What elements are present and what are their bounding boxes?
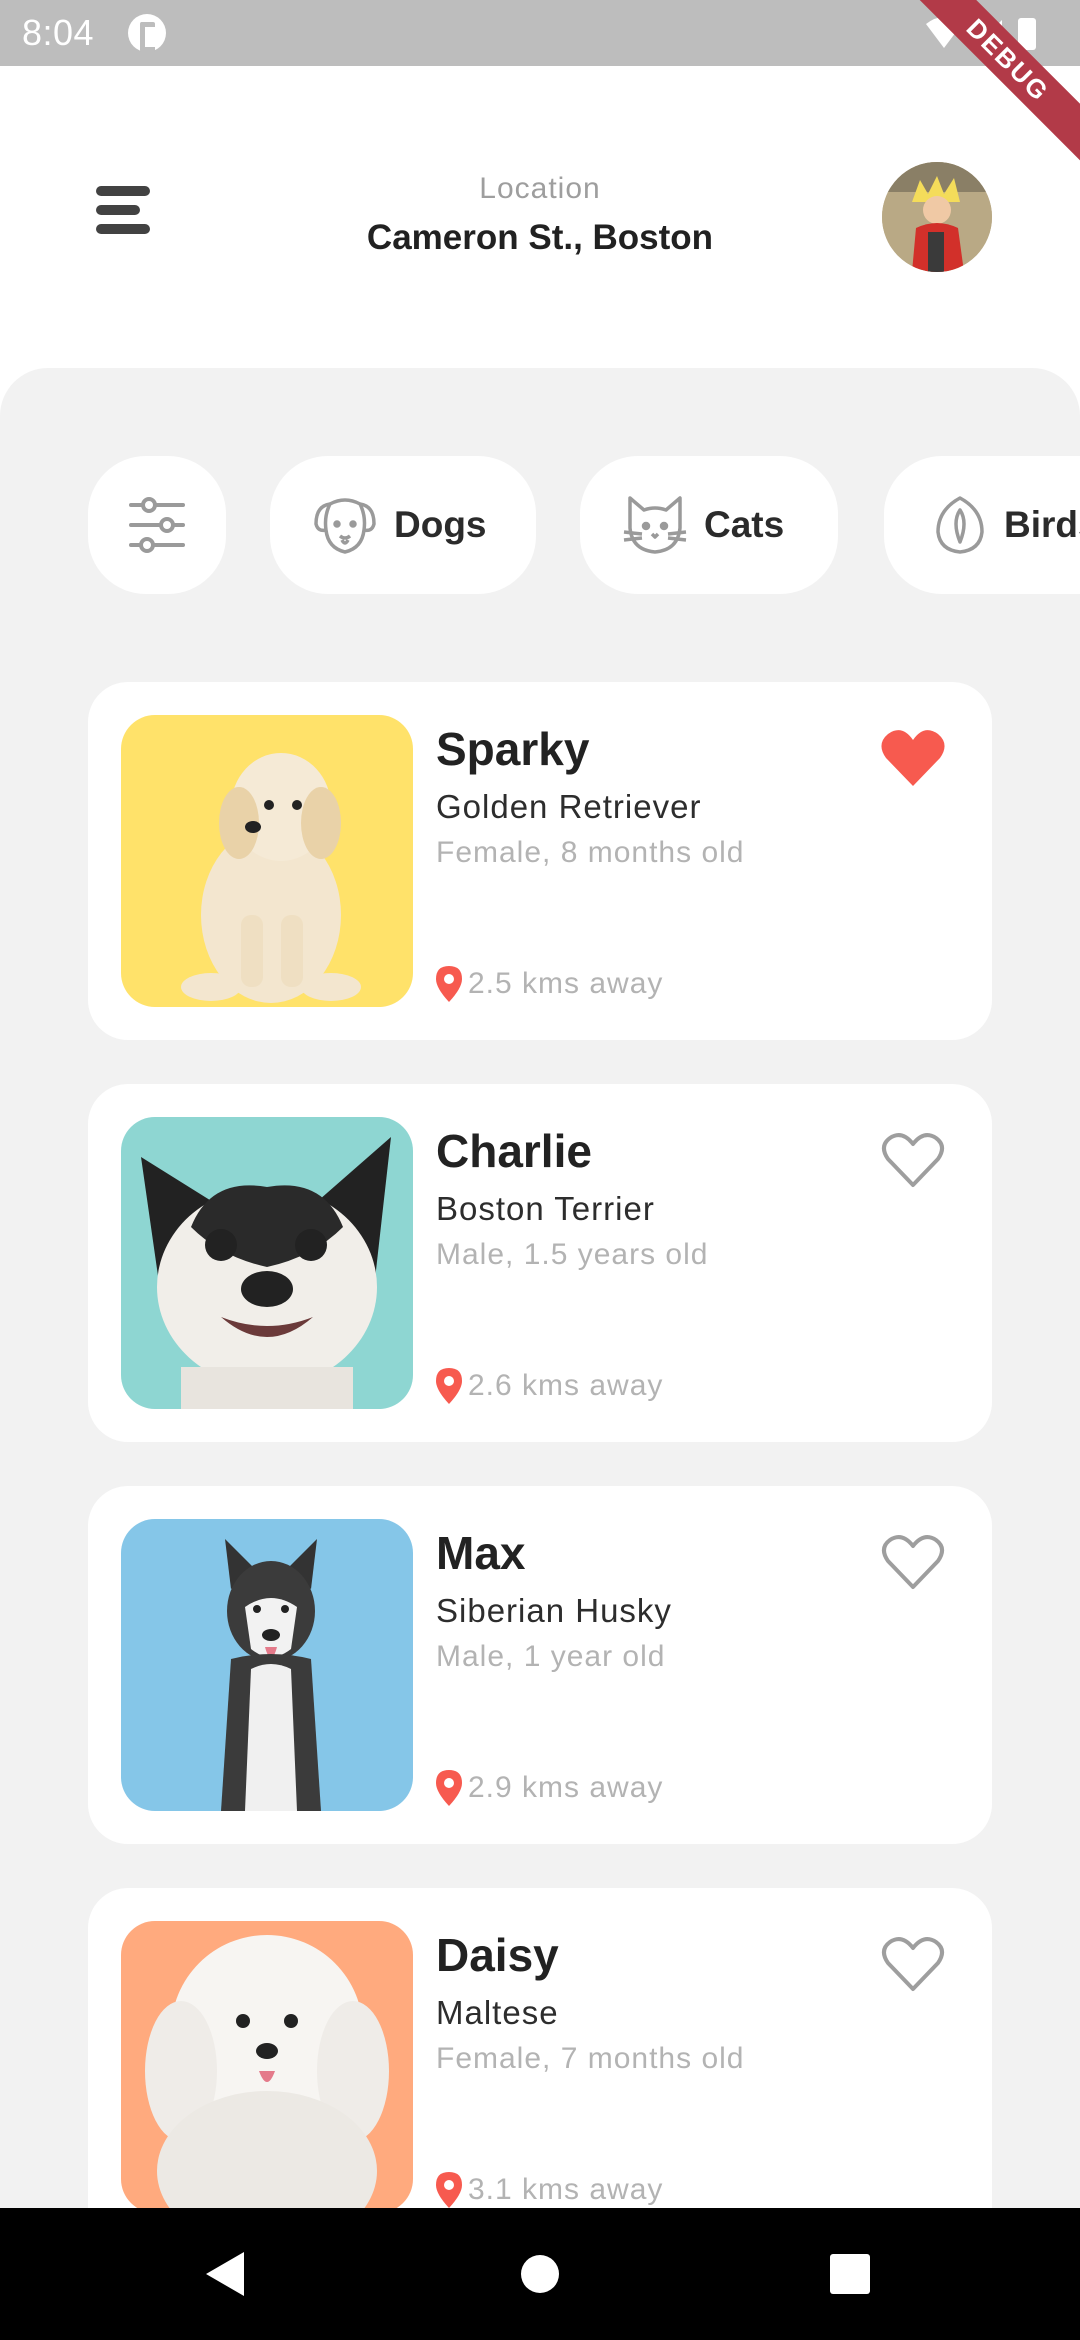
pet-info: Male, 1.5 years old [436, 1238, 709, 1271]
cat-icon [623, 496, 687, 554]
category-chip-birds[interactable]: Birds [884, 456, 1080, 594]
category-chip-cats[interactable]: Cats [580, 456, 838, 594]
status-bar: 8:04 [0, 0, 1080, 66]
pet-photo [121, 1519, 413, 1811]
filter-sliders-icon [129, 497, 185, 553]
category-label-birds: Birds [1004, 504, 1080, 545]
location-label: Location [479, 172, 601, 205]
pet-name: Charlie [436, 1125, 592, 1177]
pet-photo [121, 715, 413, 1007]
category-label-cats: Cats [704, 504, 785, 545]
heart-outline-icon[interactable] [880, 1532, 946, 1592]
pet-distance-text: 2.6 kms away [468, 1369, 664, 1402]
pet-photo [121, 1117, 413, 1409]
pet-distance-text: 3.1 kms away [468, 2173, 664, 2206]
dog-icon [314, 498, 376, 554]
avatar[interactable] [882, 162, 992, 272]
bird-icon [936, 496, 984, 554]
category-chip-dogs[interactable]: Dogs [270, 456, 536, 594]
heart-outline-icon[interactable] [880, 1934, 946, 1994]
pet-distance: 2.9 kms away [436, 1770, 663, 1806]
system-nav-bar [0, 2208, 1080, 2340]
pet-card-max[interactable]: Max Siberian Husky Male, 1 year old 2.9 … [88, 1486, 992, 1844]
pet-card-sparky[interactable]: Sparky Golden Retriever Female, 8 months… [88, 682, 992, 1040]
back-icon[interactable] [206, 2252, 244, 2296]
main-panel: Dogs Cats Bird s [0, 368, 1080, 2208]
heart-outline-icon[interactable] [880, 1130, 946, 1190]
location-block[interactable]: Location Cameron St., Boston [280, 172, 800, 258]
location-value: Cameron St., Boston [366, 218, 714, 257]
pet-breed: Maltese [436, 1994, 559, 2031]
home-icon[interactable] [521, 2255, 559, 2293]
app-notification-icon [128, 14, 166, 52]
pet-info: Male, 1 year old [436, 1640, 666, 1673]
pet-breed: Boston Terrier [436, 1190, 655, 1227]
pet-name: Daisy [436, 1929, 559, 1981]
category-label-dogs: Dogs [394, 504, 487, 545]
pet-breed: Siberian Husky [436, 1592, 672, 1629]
category-chips: Dogs Cats Birds [0, 456, 1080, 594]
pet-photo [121, 1921, 413, 2208]
pet-info: Female, 8 months old [436, 836, 745, 869]
pet-distance: 2.6 kms away [436, 1368, 663, 1404]
pet-card-charlie[interactable]: Charlie Boston Terrier Male, 1.5 years o… [88, 1084, 992, 1442]
pet-distance-text: 2.9 kms away [468, 1771, 664, 1804]
pet-distance: 3.1 kms away [436, 2172, 663, 2208]
location-pin-icon [436, 2172, 462, 2208]
pet-info: Female, 7 months old [436, 2042, 745, 2075]
location-pin-icon [436, 966, 462, 1002]
pet-card-daisy[interactable]: Daisy Maltese Female, 7 months old 3.1 k… [88, 1888, 992, 2208]
pet-name: Sparky [436, 723, 590, 775]
pet-name: Max [436, 1527, 526, 1579]
pet-breed: Golden Retriever [436, 788, 702, 825]
location-pin-icon [436, 1368, 462, 1404]
status-time: 8:04 [22, 12, 95, 53]
location-pin-icon [436, 1770, 462, 1806]
filter-button[interactable] [88, 456, 226, 594]
heart-icon[interactable] [880, 728, 946, 788]
recents-icon[interactable] [830, 2254, 870, 2294]
pet-distance-text: 2.5 kms away [468, 967, 664, 1000]
menu-icon[interactable] [96, 186, 152, 242]
pet-distance: 2.5 kms away [436, 966, 663, 1002]
